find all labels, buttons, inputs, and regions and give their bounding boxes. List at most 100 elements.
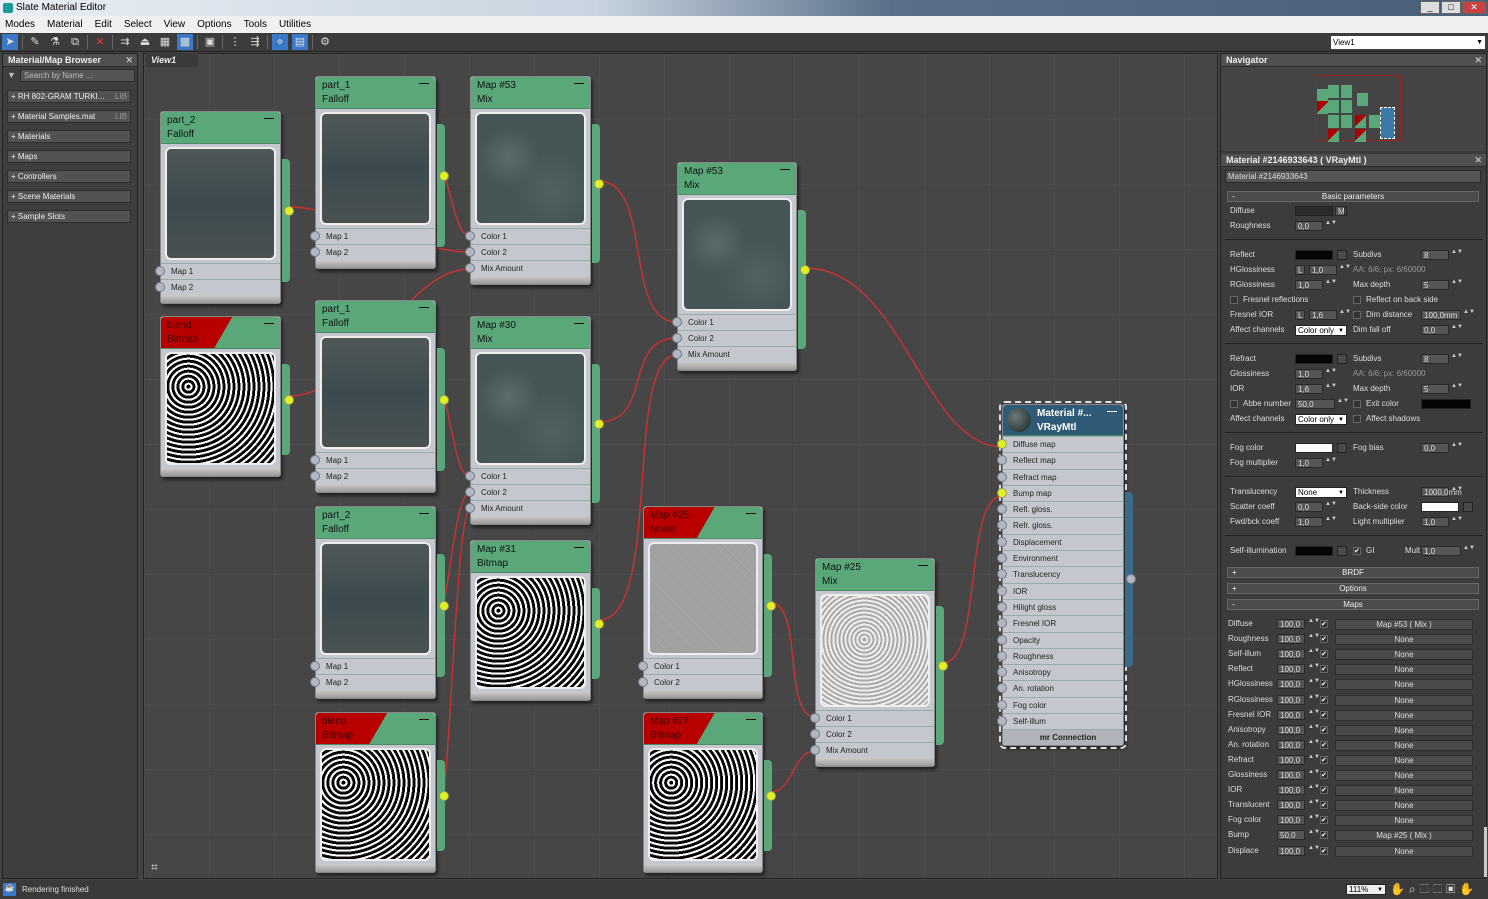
input-pin[interactable] — [465, 487, 475, 497]
map-button[interactable]: None — [1335, 664, 1473, 676]
input-pin[interactable] — [465, 503, 475, 513]
material-slot[interactable]: Diffuse map — [997, 436, 1123, 452]
output-pin[interactable] — [766, 790, 776, 801]
number-field[interactable]: 5 — [1421, 384, 1449, 394]
node-slot[interactable]: Map 2 — [155, 279, 280, 295]
parameter-editor-icon[interactable]: ▤ — [292, 34, 308, 50]
spinner[interactable]: ▲▼ — [1308, 814, 1320, 825]
node-header[interactable]: part_1 Falloff — — [316, 77, 435, 109]
output-pin[interactable] — [594, 178, 604, 189]
collapse-icon[interactable]: — — [574, 317, 584, 331]
map-button[interactable] — [1337, 250, 1347, 260]
map-enable-checkbox[interactable]: ✔ — [1320, 710, 1328, 719]
spinner[interactable]: ▲▼ — [1339, 309, 1351, 320]
input-pin[interactable] — [310, 677, 320, 687]
node-slot[interactable]: Map 2 — [310, 674, 435, 690]
number-field[interactable]: 0,0 — [1295, 221, 1323, 231]
input-pin[interactable] — [310, 455, 320, 465]
checkbox[interactable] — [1353, 415, 1361, 423]
map-enable-checkbox[interactable]: ✔ — [1320, 771, 1328, 779]
checkbox[interactable] — [1230, 400, 1238, 408]
map-node[interactable]: Map #25 Mix — Color 1 Color 2 Mix Amount — [810, 558, 935, 767]
spinner[interactable]: ▲▼ — [1308, 633, 1320, 644]
map-node[interactable]: part_1 Falloff — Map 1 Map 2 — [310, 76, 436, 269]
number-field[interactable]: 8 — [1421, 354, 1449, 364]
collapse-icon[interactable]: — — [746, 507, 756, 521]
material-slot[interactable]: Anisotropy — [997, 664, 1123, 680]
spinner[interactable]: ▲▼ — [1337, 398, 1349, 409]
map-enable-checkbox[interactable]: ✔ — [1320, 816, 1328, 825]
map-amount-field[interactable]: 100,0 — [1277, 800, 1305, 811]
node-header[interactable]: Map #30 Mix — — [471, 317, 590, 349]
map-enable-checkbox[interactable]: ✔ — [1320, 831, 1328, 840]
layout-children-icon[interactable]: ⋮ — [227, 34, 243, 50]
input-pin[interactable] — [310, 247, 320, 257]
number-field[interactable]: 1,0 — [1295, 280, 1323, 290]
rollout-basic[interactable]: - Basic parameters — [1227, 191, 1479, 202]
map-amount-field[interactable]: 100,0 — [1277, 785, 1305, 796]
map-amount-field[interactable]: 50,0 — [1277, 830, 1305, 841]
mult-field[interactable]: 1,0 — [1421, 546, 1461, 556]
node-header[interactable]: part_2 Falloff — — [161, 112, 280, 144]
map-button[interactable]: Map #53 ( Mix ) — [1335, 619, 1473, 630]
map-amount-field[interactable]: 100,0 — [1277, 845, 1305, 856]
map-button[interactable]: None — [1335, 815, 1473, 827]
menu-select[interactable]: Select — [124, 16, 152, 33]
node-slot[interactable]: Color 1 — [465, 468, 590, 484]
number-field[interactable]: 1000,0mm — [1421, 487, 1462, 497]
node-slot[interactable]: Color 1 — [810, 710, 934, 726]
spinner[interactable]: ▲▼ — [1325, 516, 1337, 527]
browser-group[interactable]: + Sample Slots — [7, 210, 131, 223]
spinner[interactable]: ▲▼ — [1308, 845, 1320, 856]
input-pin[interactable] — [672, 349, 682, 359]
collapse-icon[interactable]: — — [918, 559, 928, 573]
lock-button[interactable]: L — [1295, 265, 1305, 275]
spinner[interactable]: ▲▼ — [1325, 457, 1337, 468]
color-swatch[interactable] — [1421, 399, 1471, 409]
map-enable-checkbox[interactable]: ✔ — [1320, 740, 1328, 749]
output-pin[interactable] — [439, 394, 449, 405]
dropdown[interactable]: None — [1295, 487, 1347, 498]
spinner[interactable]: ▲▼ — [1339, 264, 1351, 275]
spinner[interactable]: ▲▼ — [1308, 663, 1320, 674]
spinner[interactable]: ▲▼ — [1463, 545, 1475, 556]
input-pin[interactable] — [997, 455, 1007, 466]
node-slot[interactable]: Mix Amount — [465, 500, 590, 516]
map-button[interactable]: None — [1335, 785, 1473, 797]
rollout-toggle[interactable]: - — [1232, 192, 1235, 201]
collapse-icon[interactable]: — — [780, 163, 790, 177]
spinner[interactable]: ▲▼ — [1451, 442, 1463, 453]
map-amount-field[interactable]: 100,0 — [1277, 709, 1305, 720]
spinner[interactable]: ▲▼ — [1308, 724, 1320, 735]
input-pin[interactable] — [997, 569, 1007, 580]
material-slot[interactable]: Self-illum — [997, 713, 1123, 729]
input-pin[interactable] — [997, 601, 1007, 612]
output-pin[interactable] — [1126, 574, 1136, 584]
number-field[interactable]: 8 — [1421, 250, 1449, 260]
spinner[interactable]: ▲▼ — [1308, 739, 1320, 750]
output-pin[interactable] — [800, 264, 810, 275]
node-slot[interactable]: Color 2 — [810, 726, 934, 742]
material-slot[interactable]: Environment — [997, 550, 1123, 566]
hide-slots-icon[interactable]: ⏏ — [137, 34, 153, 50]
map-amount-field[interactable]: 100,0 — [1277, 739, 1305, 750]
input-pin[interactable] — [997, 618, 1007, 629]
menu-edit[interactable]: Edit — [95, 16, 112, 33]
input-pin[interactable] — [997, 520, 1007, 531]
menu-options[interactable]: Options — [197, 16, 231, 33]
map-node[interactable]: part_2 Falloff — Map 1 Map 2 — [155, 111, 281, 304]
input-pin[interactable] — [465, 247, 475, 257]
input-pin[interactable] — [810, 729, 820, 739]
maximize-button[interactable]: □ — [1441, 1, 1461, 14]
spinner[interactable]: ▲▼ — [1308, 618, 1320, 629]
rollout-maps[interactable]: - Maps — [1227, 599, 1479, 610]
input-pin[interactable] — [810, 745, 820, 755]
input-pin[interactable] — [672, 317, 682, 327]
spinner[interactable]: ▲▼ — [1451, 279, 1463, 290]
number-field[interactable]: 50,0 — [1295, 399, 1335, 409]
input-pin[interactable] — [997, 439, 1007, 449]
background-icon[interactable]: ▩ — [177, 34, 193, 50]
checkbox[interactable] — [1353, 296, 1361, 304]
collapse-icon[interactable]: — — [574, 77, 584, 91]
node-header[interactable]: part_2 Falloff — — [316, 507, 435, 539]
